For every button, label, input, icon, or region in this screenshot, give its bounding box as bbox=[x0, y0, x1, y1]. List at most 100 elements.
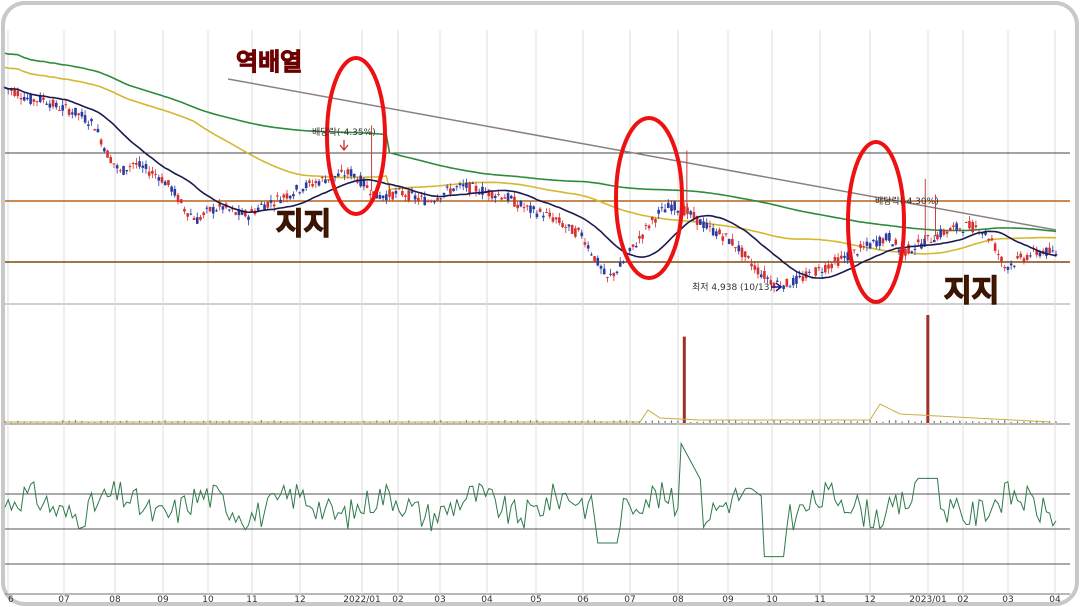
candle-body bbox=[426, 201, 430, 203]
candle-body bbox=[535, 213, 539, 218]
volume-bar bbox=[741, 421, 743, 423]
candle-body bbox=[192, 218, 196, 221]
volume-bar bbox=[715, 421, 717, 423]
candle-body bbox=[519, 200, 523, 207]
candle-body bbox=[436, 197, 439, 201]
candle-body bbox=[407, 190, 411, 201]
candle-body bbox=[423, 196, 427, 206]
volume-bar bbox=[664, 420, 666, 423]
candle-body bbox=[782, 285, 785, 290]
candle-body bbox=[61, 105, 64, 111]
candle-body bbox=[945, 231, 949, 234]
volume-bar bbox=[1004, 420, 1006, 423]
x-tick-label: 04 bbox=[481, 595, 493, 605]
candle-body bbox=[558, 217, 561, 224]
candle-body bbox=[157, 177, 161, 181]
candle-body bbox=[968, 221, 971, 229]
x-tick-label: 03 bbox=[1002, 595, 1013, 605]
candle-body bbox=[942, 230, 946, 235]
dividend-label-left: 배당락(-4.35%) bbox=[312, 126, 376, 138]
candle-body bbox=[1013, 265, 1016, 267]
candle-body bbox=[80, 111, 84, 117]
x-tick-label: 2022/01 bbox=[343, 595, 380, 605]
candle-body bbox=[718, 229, 721, 235]
candle-body bbox=[1048, 247, 1051, 254]
candle-body bbox=[791, 277, 795, 286]
candle-body bbox=[602, 268, 606, 275]
volume-bar bbox=[799, 420, 801, 423]
candle-body bbox=[743, 251, 747, 258]
candle-body bbox=[856, 254, 859, 256]
volume-bar bbox=[895, 420, 897, 423]
volume-bar bbox=[991, 420, 993, 423]
candle-body bbox=[317, 181, 321, 186]
candle-body bbox=[26, 97, 29, 100]
candle-body bbox=[455, 186, 459, 188]
candle-body bbox=[932, 240, 936, 243]
candle-body bbox=[702, 221, 705, 229]
volume-bar bbox=[850, 420, 852, 423]
x-tick-label: 07 bbox=[58, 595, 69, 605]
candle-body bbox=[401, 191, 404, 196]
candle-body bbox=[670, 204, 673, 212]
candle-body bbox=[308, 180, 311, 183]
x-tick-label: 06 bbox=[577, 595, 589, 605]
candle-body bbox=[83, 115, 87, 123]
candle-body bbox=[561, 223, 564, 228]
candle-body bbox=[227, 209, 231, 211]
candle-body bbox=[458, 183, 462, 186]
candle-body bbox=[340, 169, 343, 172]
candle-body bbox=[727, 239, 731, 244]
candle-body bbox=[103, 148, 106, 152]
candle-body bbox=[195, 217, 199, 224]
volume-bar bbox=[1023, 421, 1025, 423]
candle-body bbox=[154, 174, 157, 176]
candle-body bbox=[160, 177, 164, 183]
candle-body bbox=[151, 170, 154, 174]
candle-body bbox=[513, 196, 516, 207]
x-tick-label: 05 bbox=[530, 595, 541, 605]
candle-body bbox=[981, 233, 984, 235]
candle-body bbox=[333, 175, 337, 178]
candle-body bbox=[814, 267, 817, 276]
support-label-left: 지지 bbox=[276, 207, 331, 242]
candle-body bbox=[753, 265, 757, 270]
candle-body bbox=[48, 103, 52, 108]
volume-spike-bar bbox=[682, 336, 686, 423]
candle-body bbox=[545, 212, 548, 214]
candle-body bbox=[16, 90, 20, 97]
x-tick-label: 09 bbox=[722, 595, 734, 605]
candle-body bbox=[481, 186, 484, 195]
candle-body bbox=[285, 193, 289, 199]
candle-body bbox=[87, 124, 90, 126]
candle-body bbox=[836, 257, 840, 266]
candle-body bbox=[381, 195, 385, 199]
x-tick-label: 03 bbox=[434, 595, 445, 605]
candle-body bbox=[574, 228, 577, 237]
candle-body bbox=[208, 206, 212, 212]
candle-body bbox=[138, 161, 141, 167]
candle-body bbox=[888, 232, 891, 241]
candle-body bbox=[67, 109, 71, 115]
candle-body bbox=[788, 286, 792, 288]
volume-bar bbox=[1010, 421, 1012, 423]
candle-body bbox=[606, 277, 609, 279]
volume-bar bbox=[882, 421, 884, 423]
candle-body bbox=[221, 206, 225, 210]
candle-body bbox=[1025, 254, 1029, 260]
candle-body bbox=[147, 171, 151, 176]
candle-body bbox=[199, 216, 202, 220]
candle-body bbox=[807, 271, 811, 273]
candle-body bbox=[961, 231, 965, 233]
volume-bar bbox=[767, 421, 769, 423]
candle-body bbox=[1016, 256, 1019, 259]
candle-body bbox=[163, 181, 167, 186]
candle-body bbox=[833, 256, 837, 261]
candle-body bbox=[689, 211, 693, 215]
candle-body bbox=[176, 194, 180, 203]
candle-body bbox=[99, 139, 103, 145]
x-tick-label: 12 bbox=[864, 595, 875, 605]
candle-body bbox=[798, 275, 801, 278]
candle-body bbox=[654, 219, 657, 223]
candle-body bbox=[609, 273, 612, 275]
